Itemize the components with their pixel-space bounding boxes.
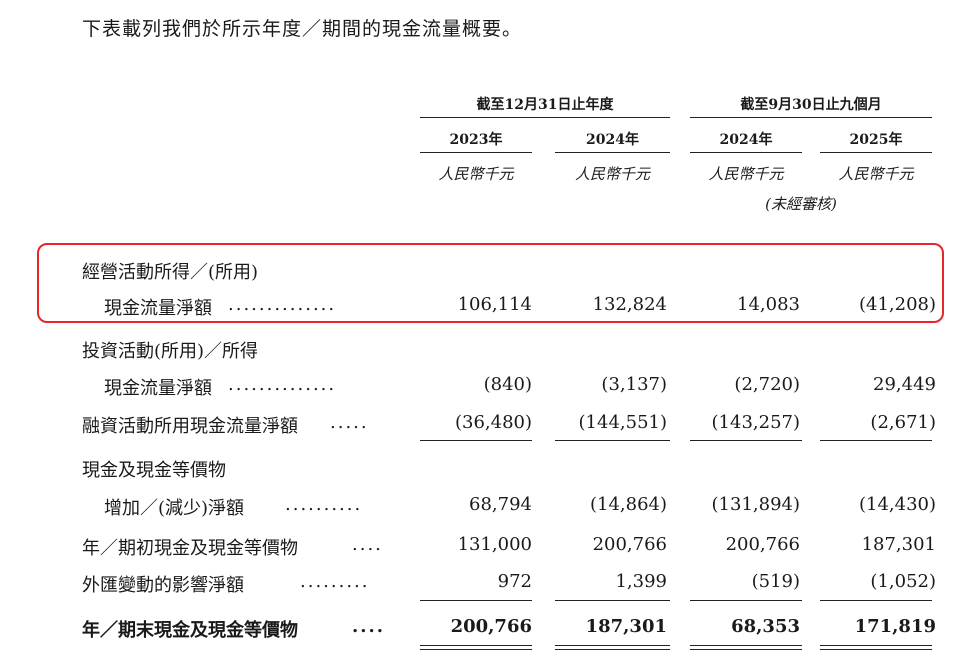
- row-ending-label: 年／期末現金及現金等價物: [82, 620, 298, 641]
- financing-underline-1: [420, 440, 532, 441]
- year-underline-1: [420, 152, 532, 153]
- group-header-nine-months: 截至9月30日止九個月: [740, 97, 882, 113]
- row-financing-2024: (144,551): [578, 412, 667, 433]
- row-ending-2024-9m: 68,353: [731, 616, 800, 637]
- row-investing-label: 投資活動(所用)／所得: [82, 341, 259, 362]
- row-investing-2023: (840): [483, 374, 532, 395]
- row-ending-leader: ....: [352, 616, 386, 637]
- row-fx-2024-9m: (519): [751, 571, 800, 592]
- row-investing-2025-9m: 29,449: [873, 374, 936, 395]
- row-net-change-2024: (14,864): [589, 494, 667, 515]
- row-operating-2023: 106,114: [457, 294, 532, 315]
- row-beginning-2024: 200,766: [592, 534, 667, 555]
- row-fx-label: 外匯變動的影響淨額: [82, 575, 244, 596]
- row-ending-2025-9m: 171,819: [854, 616, 936, 637]
- row-operating-2025-9m: (41,208): [858, 294, 936, 315]
- row-operating-leader: ..............: [228, 294, 337, 315]
- ending-double-underline-2b: [555, 649, 670, 650]
- row-operating-2024-9m: 14,083: [737, 294, 800, 315]
- row-beginning-leader: ....: [352, 534, 383, 555]
- group-header-year: 截至12月31日止年度: [476, 97, 614, 113]
- year-2023: 2023年: [449, 132, 503, 148]
- row-net-change-sublabel: 增加／(減少)淨額: [104, 498, 245, 519]
- ending-double-underline-3b: [690, 649, 802, 650]
- group-underline-nine-months: [690, 117, 932, 118]
- row-beginning-2023: 131,000: [457, 534, 532, 555]
- year-underline-4: [820, 152, 932, 153]
- year-underline-3: [690, 152, 802, 153]
- row-operating-2024: 132,824: [592, 294, 667, 315]
- row-financing-2024-9m: (143,257): [711, 412, 800, 433]
- row-investing-2024: (3,137): [601, 374, 667, 395]
- financing-underline-3: [690, 440, 802, 441]
- row-financing-leader: .....: [330, 412, 369, 433]
- row-investing-sublabel: 現金流量淨額: [104, 378, 212, 399]
- row-financing-2023: (36,480): [454, 412, 532, 433]
- financing-underline-2: [555, 440, 670, 441]
- row-beginning-label: 年／期初現金及現金等價物: [82, 538, 298, 559]
- row-financing-2025-9m: (2,671): [870, 412, 936, 433]
- intro-text: 下表載列我們於所示年度／期間的現金流量概要。: [82, 18, 523, 40]
- year-2024-period: 2024年: [719, 132, 773, 148]
- row-net-change-label: 現金及現金等價物: [82, 460, 226, 481]
- ending-double-underline-1b: [420, 649, 532, 650]
- ending-double-underline-4b: [820, 649, 932, 650]
- row-investing-2024-9m: (2,720): [734, 374, 800, 395]
- unaudited-note: (未經審核): [765, 195, 837, 213]
- unit-label-3: 人民幣千元: [708, 165, 784, 183]
- row-net-change-2023: 68,794: [469, 494, 532, 515]
- row-fx-2023: 972: [497, 571, 532, 592]
- fx-underline-4: [820, 600, 932, 601]
- row-operating-label: 經營活動所得／(所用): [82, 262, 259, 283]
- fx-underline-1: [420, 600, 532, 601]
- fx-underline-3: [690, 600, 802, 601]
- row-beginning-2024-9m: 200,766: [725, 534, 800, 555]
- ending-double-underline-4a: [820, 645, 932, 646]
- row-ending-2024: 187,301: [585, 616, 667, 637]
- row-financing-label: 融資活動所用現金流量淨額: [82, 416, 298, 437]
- row-investing-leader: ..............: [228, 374, 337, 395]
- row-fx-leader: .........: [300, 571, 370, 592]
- group-underline-year: [420, 117, 670, 118]
- row-net-change-2025-9m: (14,430): [858, 494, 936, 515]
- year-2025-period: 2025年: [849, 132, 903, 148]
- ending-double-underline-3a: [690, 645, 802, 646]
- year-underline-2: [555, 152, 670, 153]
- unit-label-4: 人民幣千元: [838, 165, 914, 183]
- unit-label-2: 人民幣千元: [574, 165, 650, 183]
- row-ending-2023: 200,766: [450, 616, 532, 637]
- row-fx-2025-9m: (1,052): [870, 571, 936, 592]
- row-net-change-2024-9m: (131,894): [711, 494, 800, 515]
- row-net-change-leader: ..........: [285, 494, 363, 515]
- ending-double-underline-2a: [555, 645, 670, 646]
- row-operating-sublabel: 現金流量淨額: [104, 298, 212, 319]
- fx-underline-2: [555, 600, 670, 601]
- unit-label-1: 人民幣千元: [438, 165, 514, 183]
- year-2024-annual: 2024年: [586, 132, 639, 148]
- row-beginning-2025-9m: 187,301: [861, 534, 936, 555]
- ending-double-underline-1a: [420, 645, 532, 646]
- row-fx-2024: 1,399: [615, 571, 667, 592]
- financing-underline-4: [820, 440, 932, 441]
